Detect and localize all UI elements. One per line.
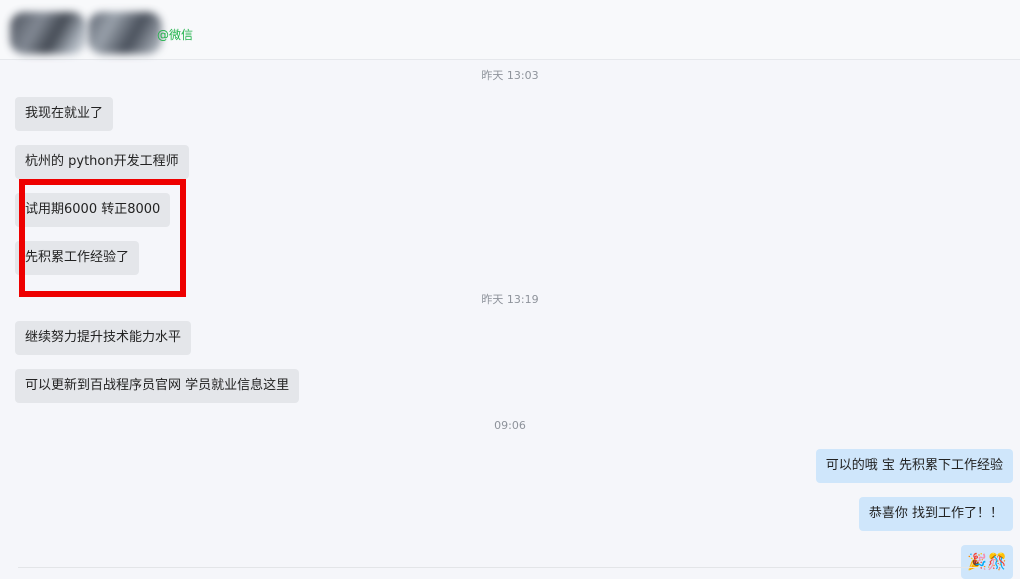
input-area-divider — [18, 567, 978, 568]
timestamp: 昨天 13:03 — [481, 69, 539, 82]
blurred-avatar[interactable] — [10, 12, 86, 54]
message-bubble[interactable]: 恭喜你 找到工作了！！ — [858, 497, 1013, 531]
message-bubble[interactable]: 继续努力提升技术能力水平 — [15, 321, 192, 355]
message-bubble[interactable]: 可以的哦 宝 先积累下工作经验 — [815, 449, 1013, 483]
emoji-message-bubble[interactable]: 🎉🎊 — [961, 545, 1013, 579]
message-bubble[interactable]: 杭州的 python开发工程师 — [15, 145, 189, 179]
timestamp: 09:06 — [494, 419, 526, 432]
blurred-contact-name — [88, 12, 162, 54]
timestamp: 昨天 13:19 — [481, 293, 539, 306]
message-bubble[interactable]: 可以更新到百战程序员官网 学员就业信息这里 — [15, 369, 300, 403]
wechat-source-label: @微信 — [157, 28, 194, 42]
chat-header: @微信 — [0, 0, 1020, 60]
red-highlight-box — [19, 179, 186, 297]
message-bubble[interactable]: 我现在就业了 — [15, 97, 114, 131]
